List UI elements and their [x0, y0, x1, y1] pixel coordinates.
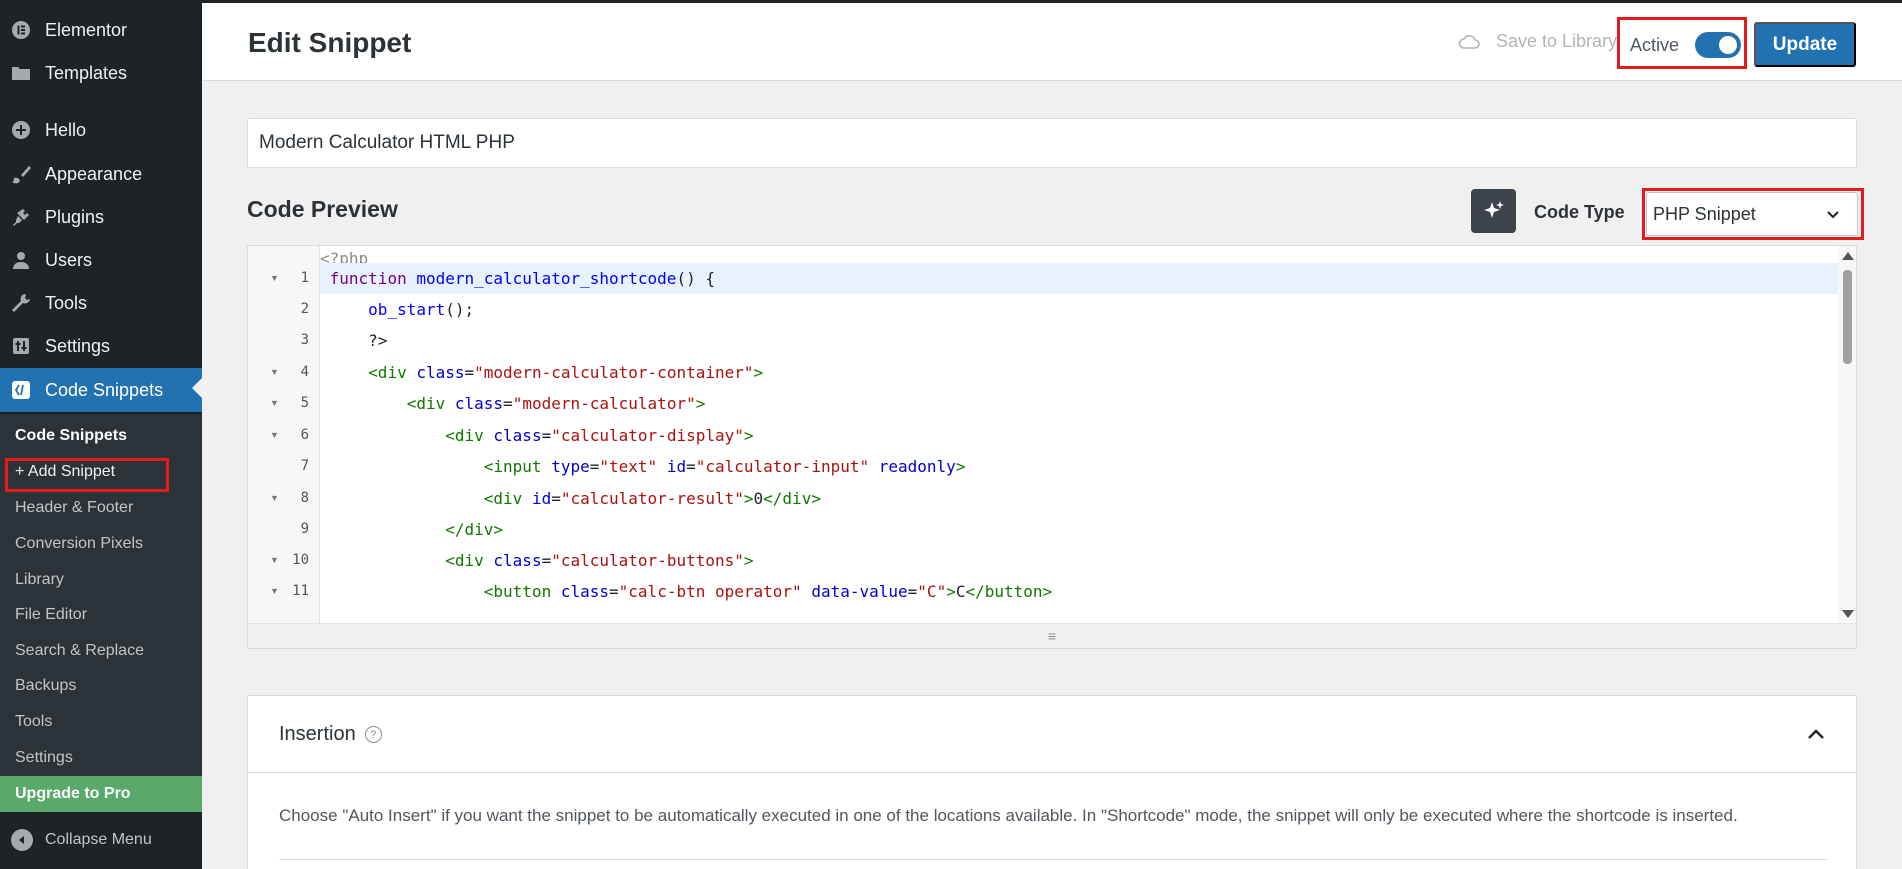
- cloud-icon: [1458, 34, 1480, 49]
- line-number: 1: [300, 270, 309, 286]
- plug-icon: [10, 206, 32, 228]
- code-line: ?>: [320, 331, 388, 350]
- sidebar-item-hello[interactable]: Hello: [0, 110, 202, 150]
- insertion-header[interactable]: Insertion ?: [248, 696, 1856, 773]
- code-line: <div class="calculator-buttons">: [445, 551, 754, 570]
- sidebar-item-plugins[interactable]: Plugins: [0, 197, 202, 237]
- submenu-code-snippets[interactable]: Code Snippets: [15, 421, 127, 451]
- sidebar-item-label: Users: [45, 249, 93, 270]
- code-content[interactable]: function modern_calculator_shortcode() {…: [320, 246, 1838, 624]
- collapse-menu-button[interactable]: Collapse Menu: [0, 822, 202, 858]
- sparkle-icon: [1483, 201, 1504, 218]
- insertion-panel: Insertion ? Choose "Auto Insert" if you …: [247, 695, 1857, 869]
- code-line: <div class="calculator-display">: [445, 426, 754, 445]
- sidebar-item-users[interactable]: Users: [0, 240, 202, 280]
- highlight-add-snippet: [5, 458, 169, 492]
- code-line: <button class="calc-btn operator" data-v…: [483, 582, 1053, 601]
- current-menu-arrow: [192, 378, 202, 398]
- sidebar-item-label: Code Snippets: [45, 379, 164, 400]
- sidebar-item-label: Plugins: [45, 206, 105, 227]
- code-line: ob_start();: [368, 300, 475, 319]
- code-snippets-icon: [10, 379, 32, 401]
- code-line: </div>: [445, 520, 504, 539]
- line-number: 3: [300, 332, 309, 348]
- user-icon: [10, 249, 32, 271]
- code-preview-title: Code Preview: [247, 196, 398, 222]
- sidebar-item-appearance[interactable]: Appearance: [0, 154, 202, 194]
- line-number: 10: [292, 552, 309, 568]
- code-line: <div id="calculator-result">0</div>: [483, 489, 821, 508]
- update-button[interactable]: Update: [1754, 22, 1856, 67]
- scroll-thumb[interactable]: [1843, 270, 1852, 364]
- code-line: function modern_calculator_shortcode() {: [320, 263, 1838, 294]
- divider: [279, 859, 1827, 860]
- line-number: 4: [300, 364, 309, 380]
- collapse-arrow-icon: [11, 829, 33, 851]
- line-number: 7: [300, 458, 309, 474]
- sidebar-item-elementor[interactable]: Elementor: [0, 10, 202, 50]
- submenu-tools[interactable]: Tools: [15, 707, 52, 737]
- code-line: <div class="modern-calculator-container"…: [368, 363, 764, 382]
- save-to-library-button[interactable]: Save to Library: [1458, 31, 1617, 52]
- sidebar-item-templates[interactable]: Templates: [0, 53, 202, 93]
- page-title: Edit Snippet: [248, 27, 412, 58]
- scroll-up-icon[interactable]: [1842, 252, 1854, 260]
- snippet-header: Edit Snippet Save to Library Active Upda…: [202, 3, 1902, 81]
- submenu-search-replace[interactable]: Search & Replace: [15, 636, 144, 666]
- line-number: 6: [300, 427, 309, 443]
- sidebar-item-label: Elementor: [45, 19, 128, 40]
- line-number: 5: [300, 395, 309, 411]
- code-line: <input type="text" id="calculator-input"…: [483, 457, 966, 476]
- sliders-icon: [10, 335, 32, 357]
- brush-icon: [10, 163, 32, 185]
- sidebar-item-settings[interactable]: Settings: [0, 326, 202, 366]
- sidebar-item-label: Hello: [45, 119, 87, 140]
- code-type-label: Code Type: [1534, 202, 1625, 222]
- admin-sidebar: Elementor Templates Hello Appearance Plu…: [0, 0, 202, 869]
- upgrade-to-pro-link[interactable]: Upgrade to Pro: [0, 776, 202, 812]
- submenu-header-footer[interactable]: Header & Footer: [15, 493, 133, 523]
- highlight-active-toggle: [1617, 17, 1747, 69]
- editor-resize-handle[interactable]: ≡: [248, 623, 1856, 648]
- collapse-menu-label: Collapse Menu: [45, 831, 152, 848]
- submenu-file-editor[interactable]: File Editor: [15, 600, 87, 630]
- grip-icon: ≡: [1047, 628, 1057, 644]
- folder-icon: [10, 62, 32, 84]
- sidebar-item-code-snippets[interactable]: Code Snippets: [0, 368, 202, 412]
- sidebar-item-tools[interactable]: Tools: [0, 283, 202, 323]
- ai-assist-button[interactable]: [1471, 189, 1516, 233]
- editor-scrollbar[interactable]: [1838, 246, 1856, 624]
- submenu-library[interactable]: Library: [15, 565, 64, 595]
- line-number: 9: [300, 521, 309, 537]
- insertion-description: Choose "Auto Insert" if you want the sni…: [279, 806, 1738, 825]
- code-editor[interactable]: ▼ 1 2 3 ▼ 4 ▼ 5 ▼ 6 7 ▼ 8 9 ▼ 10 ▼ 11 <?…: [247, 245, 1857, 649]
- save-to-library-label: Save to Library: [1496, 31, 1618, 51]
- insertion-title: Insertion ?: [279, 723, 382, 746]
- help-icon[interactable]: ?: [364, 726, 382, 743]
- sidebar-item-label: Settings: [45, 335, 111, 356]
- line-number: 2: [300, 301, 309, 317]
- line-number: 11: [292, 583, 309, 599]
- submenu-conversion-pixels[interactable]: Conversion Pixels: [15, 529, 143, 559]
- plus-circle-icon: [10, 119, 32, 141]
- line-number: 8: [300, 490, 309, 506]
- highlight-code-type: [1642, 188, 1864, 240]
- elementor-icon: [10, 19, 32, 41]
- insertion-title-text: Insertion: [279, 723, 356, 745]
- sidebar-item-label: Tools: [45, 292, 88, 313]
- wrench-icon: [10, 292, 32, 314]
- sidebar-item-label: Templates: [45, 62, 128, 83]
- snippet-title-input[interactable]: Modern Calculator HTML PHP: [247, 118, 1857, 168]
- code-line: <div class="modern-calculator">: [406, 394, 706, 413]
- chevron-up-icon[interactable]: [1806, 726, 1826, 742]
- sidebar-item-label: Appearance: [45, 163, 143, 184]
- scroll-down-icon[interactable]: [1842, 610, 1854, 618]
- submenu-settings[interactable]: Settings: [15, 743, 73, 773]
- submenu-backups[interactable]: Backups: [15, 671, 76, 701]
- editor-gutter: ▼ 1 2 3 ▼ 4 ▼ 5 ▼ 6 7 ▼ 8 9 ▼ 10 ▼ 11: [248, 246, 320, 624]
